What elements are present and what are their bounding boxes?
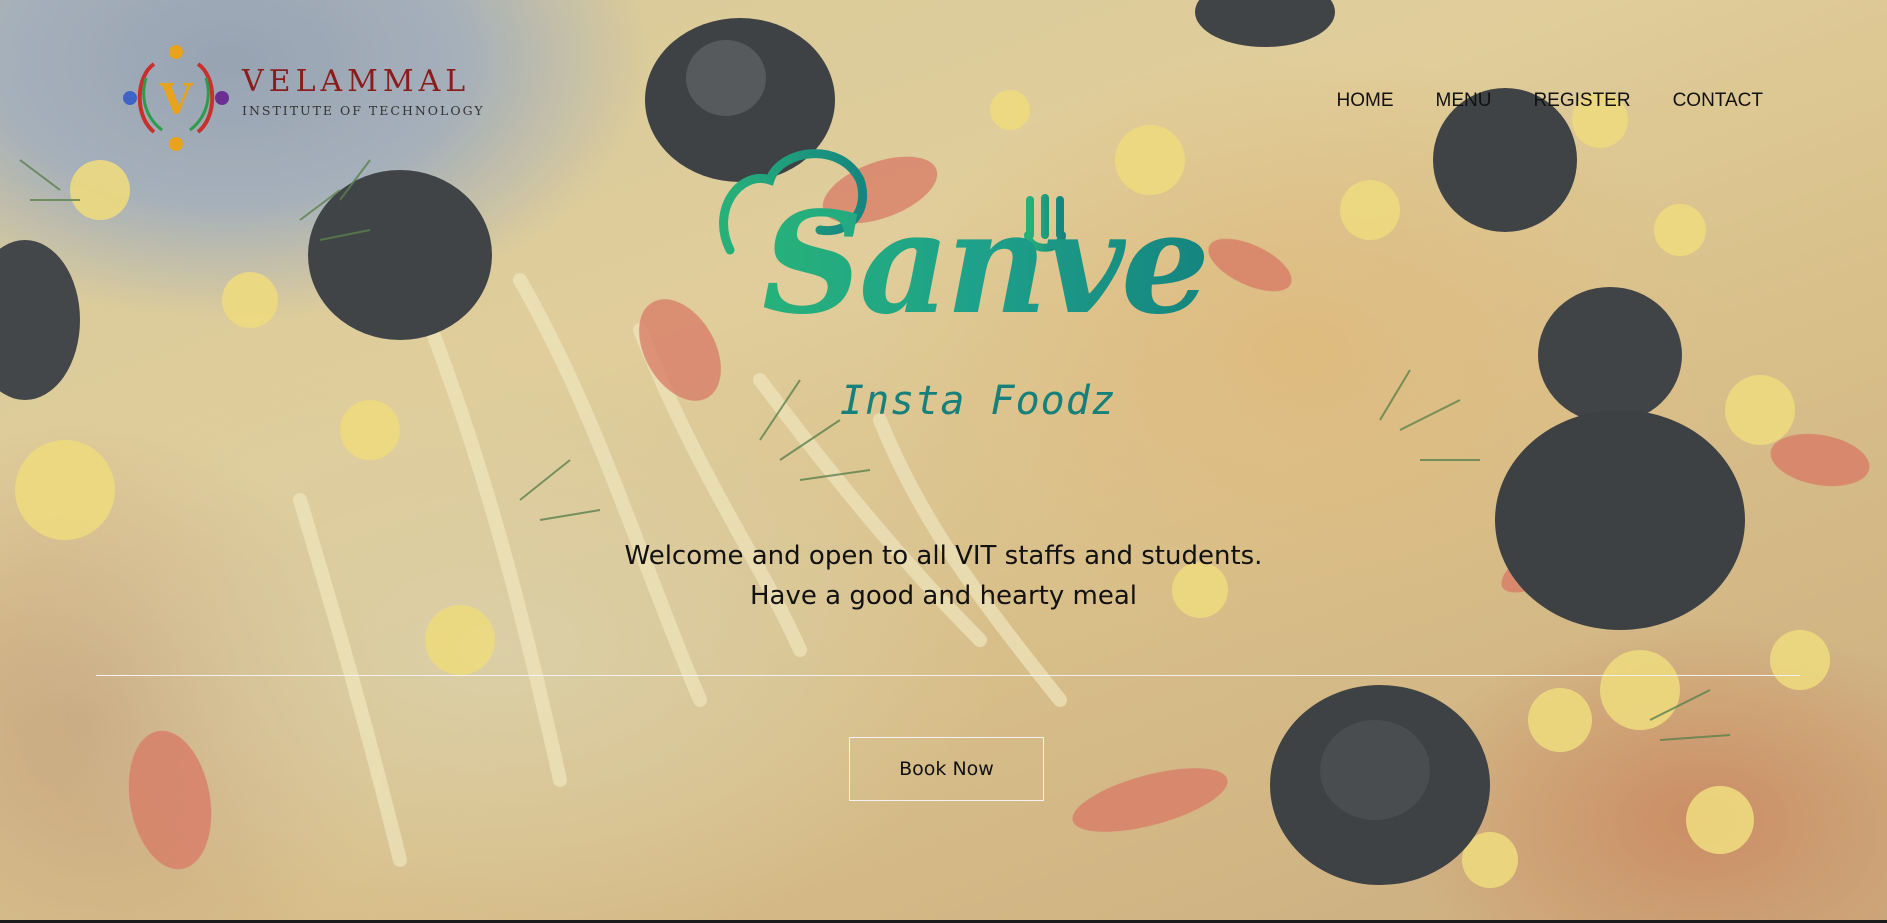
logo-text: VELAMMAL INSTITUTE OF TECHNOLOGY (242, 63, 485, 118)
logo-emblem-letter: V (159, 75, 194, 124)
nav-menu-link[interactable]: MENU (1436, 90, 1492, 112)
welcome-message: Welcome and open to all VIT staffs and s… (0, 536, 1887, 616)
people-circle-logo-icon: V (116, 38, 236, 158)
welcome-line-1: Welcome and open to all VIT staffs and s… (624, 541, 1263, 571)
logo-subtitle: INSTITUTE OF TECHNOLOGY (242, 102, 485, 118)
book-now-button[interactable]: Book Now (849, 737, 1044, 801)
welcome-line-2: Have a good and hearty meal (749, 581, 1138, 611)
brand-name: Sanve (762, 182, 1210, 346)
brand-tagline: Insta Foodz (840, 378, 1116, 424)
logo-name: VELAMMAL (242, 63, 471, 99)
main-nav: HOME MENU REGISTER CONTACT (1337, 90, 1764, 112)
nav-contact-link[interactable]: CONTACT (1673, 90, 1763, 112)
brand-logo: Sanve Insta Foodz (700, 140, 1220, 430)
section-divider (96, 675, 1800, 676)
nav-register-link[interactable]: REGISTER (1533, 90, 1630, 112)
nav-home-link[interactable]: HOME (1337, 90, 1394, 112)
institute-logo[interactable]: V VELAMMAL INSTITUTE OF TECHNOLOGY (116, 38, 485, 158)
